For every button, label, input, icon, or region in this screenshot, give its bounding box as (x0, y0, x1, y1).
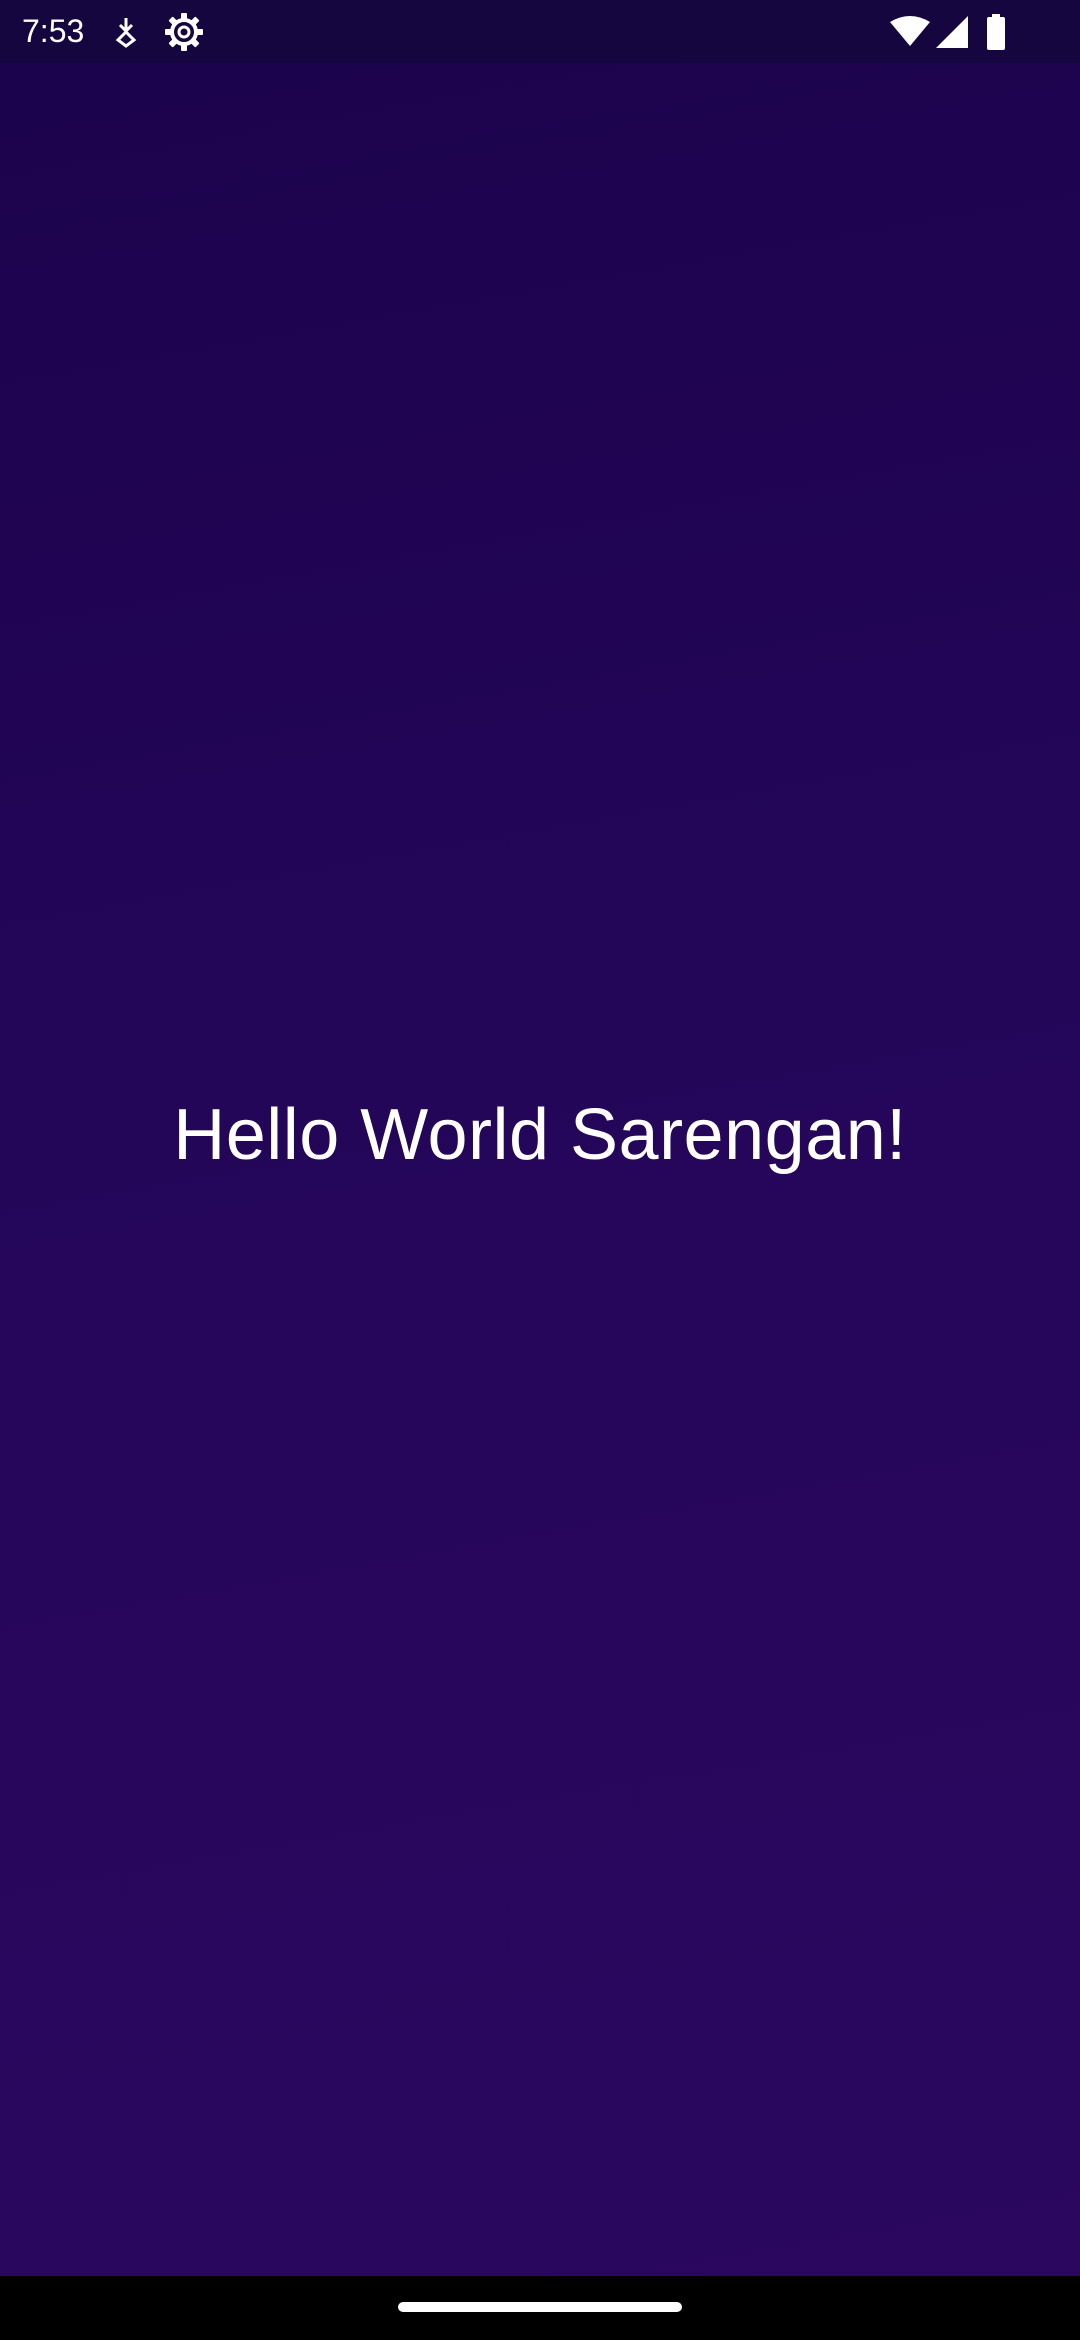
wifi-icon (890, 16, 930, 46)
app-content: Hello World Sarengan! (0, 63, 1080, 2276)
status-bar: 7:53 (0, 0, 1080, 63)
home-gesture-handle[interactable] (398, 2302, 682, 2312)
navigation-bar (0, 2276, 1080, 2340)
settings-gear-icon (165, 13, 203, 51)
battery-icon (987, 14, 1005, 50)
cellular-signal-icon (936, 16, 968, 48)
hello-message: Hello World Sarengan! (173, 1095, 907, 1175)
status-time: 7:53 (22, 13, 85, 49)
download-indicator-icon (115, 18, 137, 48)
phone-screen: 7:53 Hello World Sarengan! (0, 0, 1080, 2340)
